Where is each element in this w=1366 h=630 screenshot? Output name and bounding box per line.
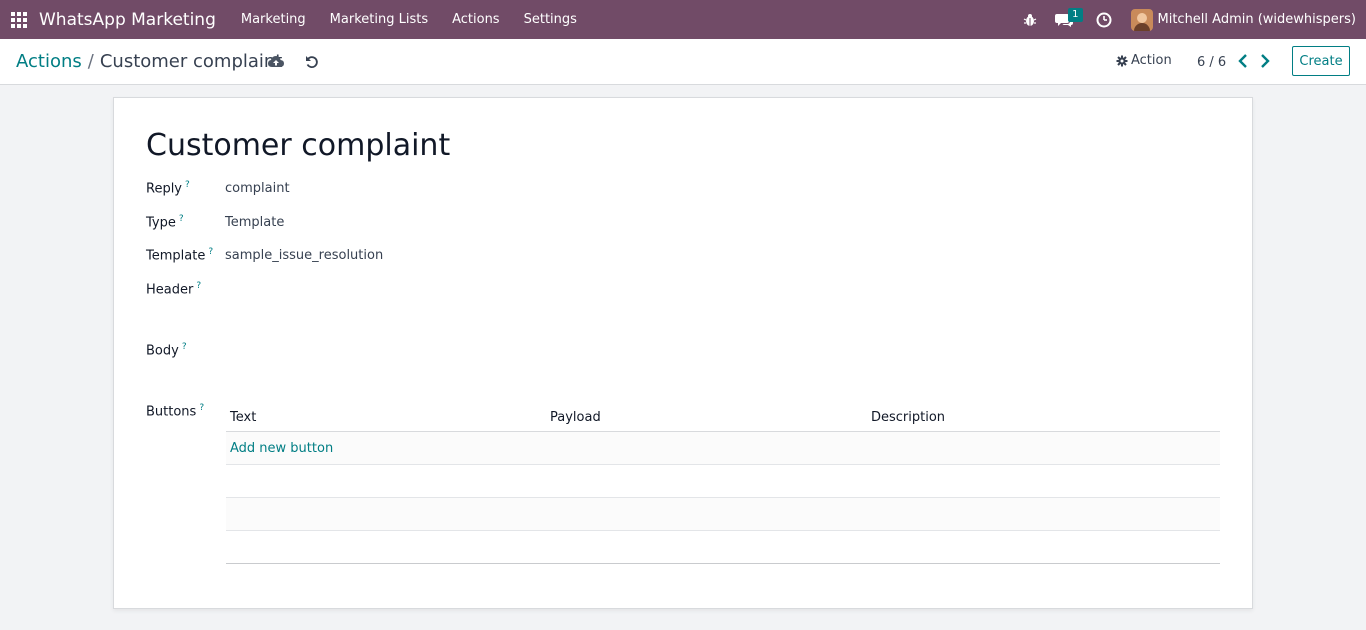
add-new-button-link[interactable]: Add new button [230,441,333,456]
buttons-table: Text Payload Description Add new button [226,402,1220,564]
create-button[interactable]: Create [1292,46,1350,76]
type-label: Type? [146,214,184,231]
user-avatar [1130,8,1153,31]
menu-item-marketing[interactable]: Marketing [229,0,318,39]
type-field[interactable]: Template [225,215,284,230]
breadcrumb-separator: / [87,51,94,72]
menu-item-actions[interactable]: Actions [440,0,512,39]
reply-label: Reply? [146,180,190,197]
table-row: Add new button [226,432,1220,465]
gear-icon [1116,55,1128,66]
template-label: Template? [146,247,214,264]
help-tooltip-icon[interactable]: ? [208,247,213,257]
column-header-description[interactable]: Description [871,410,945,425]
apps-menu-icon[interactable] [1,0,37,39]
chat-badge: 1 [1068,8,1083,22]
activity-clock-icon[interactable] [1091,0,1117,39]
header-label: Header? [146,281,202,298]
action-menu-button[interactable]: Action [1116,53,1172,68]
breadcrumb-current: Customer complaint [99,51,283,72]
table-row [226,531,1220,564]
breadcrumb: Actions / Customer complaint [16,51,282,72]
pager-value[interactable]: 6 / 6 [1197,55,1226,70]
help-tooltip-icon[interactable]: ? [199,403,204,413]
help-tooltip-icon[interactable]: ? [182,342,187,352]
record-title[interactable]: Customer complaint [146,128,450,163]
pager-previous-icon[interactable] [1236,53,1250,69]
reply-field[interactable]: complaint [225,181,290,196]
chat-icon[interactable]: 1 [1051,0,1083,39]
user-menu[interactable]: Mitchell Admin (widewhispers) [1130,8,1357,31]
help-tooltip-icon[interactable]: ? [179,214,184,224]
help-tooltip-icon[interactable]: ? [196,281,201,291]
table-row [226,498,1220,531]
column-header-text[interactable]: Text [230,410,256,425]
table-header: Text Payload Description [226,402,1220,432]
column-header-payload[interactable]: Payload [550,410,601,425]
buttons-label: Buttons? [146,403,205,420]
debug-bug-icon[interactable] [1017,0,1043,39]
action-label: Action [1131,53,1172,68]
top-navbar: WhatsApp Marketing Marketing Marketing L… [0,0,1366,39]
control-panel: Actions / Customer complaint Action 6 / … [0,39,1366,85]
pager-next-icon[interactable] [1258,53,1272,69]
table-row [226,465,1220,498]
user-name: Mitchell Admin (widewhispers) [1157,12,1357,27]
help-tooltip-icon[interactable]: ? [185,180,190,190]
form-sheet: Customer complaint Reply? complaint Type… [113,97,1253,609]
menu-item-settings[interactable]: Settings [512,0,589,39]
menu-item-marketing-lists[interactable]: Marketing Lists [318,0,440,39]
discard-undo-icon[interactable] [304,54,320,70]
body-label: Body? [146,342,187,359]
breadcrumb-actions-link[interactable]: Actions [16,51,82,72]
app-name[interactable]: WhatsApp Marketing [39,10,216,30]
save-cloud-icon[interactable] [268,54,284,70]
template-field[interactable]: sample_issue_resolution [225,248,383,263]
